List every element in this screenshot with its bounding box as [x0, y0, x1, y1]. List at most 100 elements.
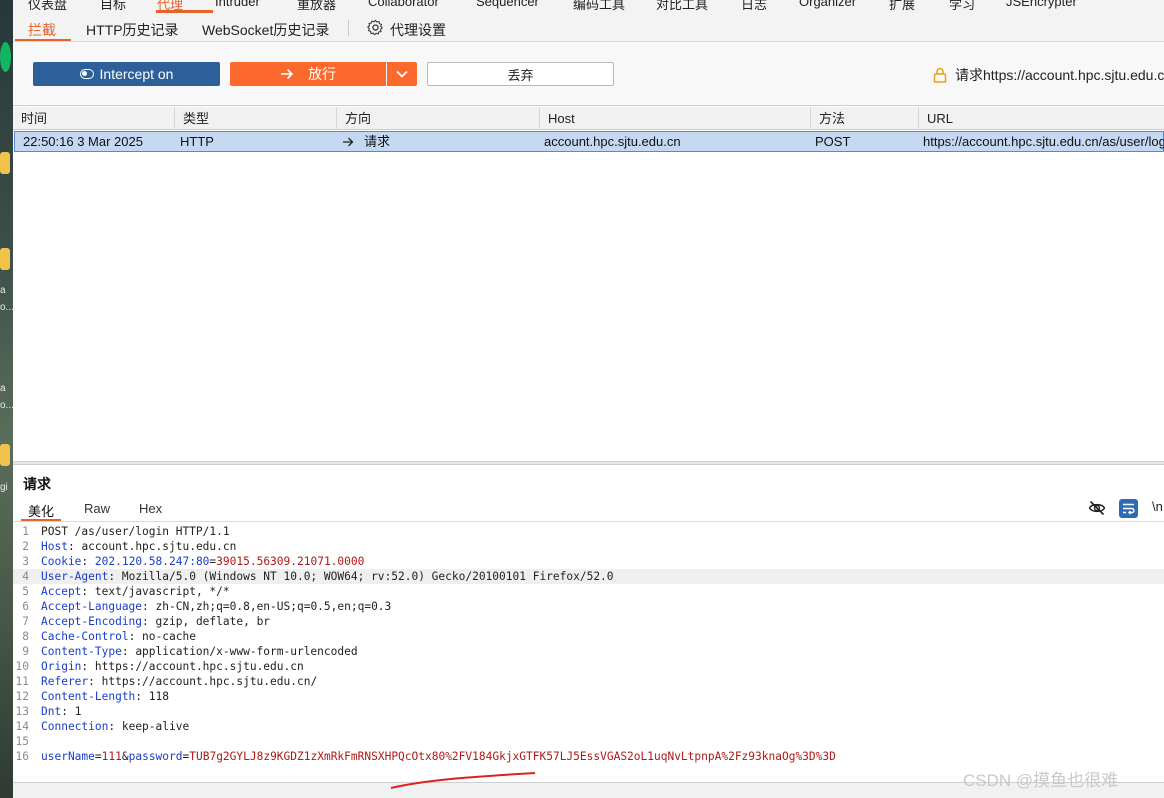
tab-websocket-history[interactable]: WebSocket历史记录 [202, 20, 329, 40]
cell-direction: 请求 [334, 132, 390, 151]
tab-comparer[interactable]: 对比工具 [656, 0, 708, 13]
header-value: keep-alive [121, 720, 190, 733]
split-pane-handle[interactable] [13, 461, 1164, 465]
active-view-indicator [21, 519, 61, 521]
code-line: 5 Accept: text/javascript, */* [13, 584, 1164, 599]
tab-organizer[interactable]: Organizer [799, 0, 856, 9]
header-value: text/javascript, */* [94, 585, 230, 598]
lock-icon [933, 67, 947, 83]
code-line: 6 Accept-Language: zh-CN,zh;q=0.8,en-US;q… [13, 599, 1164, 614]
column-direction[interactable]: 方向 [337, 107, 540, 130]
line-content: Accept: text/javascript, */* [41, 584, 230, 599]
tab-collaborator[interactable]: Collaborator [368, 0, 439, 9]
line-number: 2 [22, 540, 29, 553]
folder-icon[interactable] [0, 444, 10, 466]
folder-icon[interactable] [0, 248, 10, 270]
tab-intruder[interactable]: Intruder [215, 0, 260, 9]
line-content: Accept-Encoding: gzip, deflate, br [41, 614, 270, 629]
newline-toggle[interactable]: \n [1152, 499, 1163, 514]
code-line: 12 Content-Length: 118 [13, 689, 1164, 704]
top-tab-bar: 仪表盘 目标 代理 Intruder 重放器 Collaborator Sequ… [13, 0, 1164, 13]
code-line: 10 Origin: https://account.hpc.sjtu.edu.c… [13, 659, 1164, 674]
tab-jsencrypter[interactable]: JSEncrypter [1006, 0, 1077, 9]
cell-time: 22:50:16 3 Mar 2025 [23, 134, 143, 149]
header-name: Content-Length [41, 690, 136, 703]
desktop-strip: a o... a o... gi [0, 0, 13, 798]
tab-pretty[interactable]: 美化 [28, 501, 54, 520]
code-line: 15 [13, 734, 1164, 749]
desktop-label: gi [0, 482, 8, 493]
header-name: Referer [41, 675, 89, 688]
header-value: https://account.hpc.sjtu.edu.cn [94, 660, 304, 673]
column-method[interactable]: 方法 [811, 107, 919, 130]
gear-icon[interactable] [367, 19, 384, 36]
drop-button[interactable]: 丢弃 [427, 62, 614, 86]
line-content: Connection: keep-alive [41, 719, 189, 734]
line-content: Accept-Language: zh-CN,zh;q=0.8,en-US;q=… [41, 599, 391, 614]
proxy-sub-tabs: 拦截 HTTP历史记录 WebSocket历史记录 代理设置 [13, 13, 1164, 42]
header-separator: : [108, 570, 122, 583]
intercept-toggle-button[interactable]: Intercept on [33, 62, 220, 86]
request-view-tabs: 美化 Raw Hex [13, 497, 1164, 522]
header-name: Accept-Encoding [41, 615, 143, 628]
tab-target[interactable]: 目标 [100, 0, 126, 13]
column-time[interactable]: 时间 [13, 107, 175, 130]
watermark: CSDN @摸鱼也很难 [963, 771, 1119, 790]
arrow-right-icon [281, 68, 294, 80]
request-panel-title: 请求 [23, 476, 51, 492]
body-param: password [128, 750, 183, 763]
forward-label: 放行 [308, 66, 336, 82]
header-name: Host [41, 540, 68, 553]
header-value: 202.120.58.247:80=39015.56309.21071.0000 [95, 555, 364, 568]
line-number: 13 [15, 705, 29, 718]
tab-extensions[interactable]: 扩展 [889, 0, 915, 13]
header-value: 1 [74, 705, 82, 718]
red-underline-annotation [390, 772, 536, 789]
code-line: 7 Accept-Encoding: gzip, deflate, br [13, 614, 1164, 629]
tab-repeater[interactable]: 重放器 [297, 0, 336, 13]
header-separator: : [81, 555, 95, 568]
column-url[interactable]: URL [919, 107, 1164, 130]
tab-logger[interactable]: 日志 [741, 0, 767, 13]
header-name: Origin [41, 660, 82, 673]
header-value: account.hpc.sjtu.edu.cn [81, 540, 237, 553]
wrap-lines-icon [1123, 503, 1135, 515]
table-row[interactable]: 22:50:16 3 Mar 2025 HTTP 请求 account.hpc.… [14, 131, 1164, 152]
header-separator: : [108, 720, 122, 733]
word-wrap-icon[interactable] [1119, 499, 1138, 518]
header-name: Dnt [41, 705, 62, 718]
line-content: Dnt: 1 [41, 704, 81, 719]
header-separator: : [142, 600, 156, 613]
line-number: 6 [22, 600, 29, 613]
folder-icon[interactable] [0, 152, 10, 174]
tab-http-history[interactable]: HTTP历史记录 [86, 20, 179, 40]
chevron-down-icon [396, 70, 408, 78]
tab-sequencer[interactable]: Sequencer [476, 0, 539, 9]
header-separator: : [121, 645, 136, 658]
header-separator: : [142, 615, 156, 628]
code-line: 11 Referer: https://account.hpc.sjtu.edu.… [13, 674, 1164, 689]
forward-options-button[interactable] [387, 62, 417, 86]
header-name: Cookie [41, 555, 82, 568]
tab-proxy-settings[interactable]: 代理设置 [390, 20, 446, 40]
tab-intercept[interactable]: 拦截 [28, 20, 56, 40]
column-type[interactable]: 类型 [175, 107, 337, 130]
cell-url: https://account.hpc.sjtu.edu.cn/as/user/… [923, 134, 1164, 149]
tab-raw[interactable]: Raw [84, 501, 110, 516]
column-host[interactable]: Host [540, 107, 811, 130]
line-number: 8 [22, 630, 29, 643]
arrow-right-icon [343, 137, 354, 146]
cookie-part: 39015.56309.21071.0000 [216, 555, 365, 568]
tab-dashboard[interactable]: 仪表盘 [28, 0, 67, 13]
hide-eye-icon[interactable] [1088, 499, 1106, 517]
request-target-info: 请求https://account.hpc.sjtu.edu.cn [933, 65, 1164, 85]
tab-learn[interactable]: 学习 [949, 0, 975, 13]
line-number: 5 [22, 585, 29, 598]
forward-button[interactable]: 放行 [230, 62, 386, 86]
tab-decoder[interactable]: 编码工具 [573, 0, 625, 13]
header-name: Accept [41, 585, 82, 598]
app-icon[interactable] [0, 42, 11, 72]
request-editor[interactable]: 1 POST /as/user/login HTTP/1.1 2 Host: acco… [13, 524, 1164, 782]
tab-hex[interactable]: Hex [139, 501, 162, 516]
line-number: 12 [15, 690, 29, 703]
